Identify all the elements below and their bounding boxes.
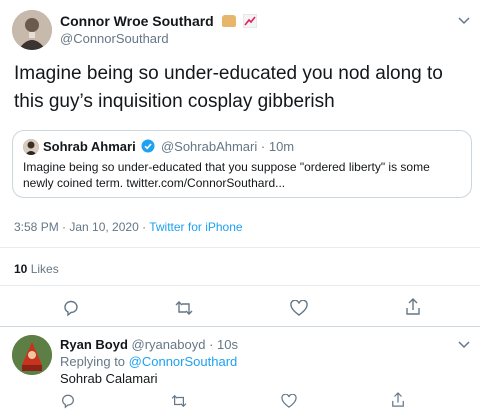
quoted-author-avatar — [23, 139, 39, 155]
toast-emoji-icon — [222, 15, 237, 27]
author-avatar[interactable] — [12, 10, 52, 50]
reply-separator: · — [209, 337, 214, 352]
author-handle[interactable]: @ConnorSouthard — [60, 31, 169, 46]
replying-to: Replying to @ConnorSouthard — [60, 354, 237, 369]
share-icon[interactable] — [391, 392, 405, 408]
quoted-separator: · — [260, 139, 266, 154]
reply-author-avatar[interactable] — [12, 335, 52, 375]
tweet-text: Imagine being so under-educated you nod … — [14, 63, 443, 112]
likes-count: 10 — [14, 262, 28, 276]
divider — [0, 326, 480, 327]
quoted-author-row: Sohrab Ahmari @SohrabAhmari · 10m — [43, 139, 294, 156]
reply-time[interactable]: 10s — [217, 337, 238, 352]
replying-prefix: Replying to — [60, 354, 129, 369]
likes-stat[interactable]: 10 Likes — [14, 262, 59, 276]
quoted-text-line1: Imagine being so under-educated that you… — [23, 160, 430, 174]
chevron-down-icon[interactable] — [458, 17, 470, 25]
quoted-tweet-card[interactable]: Sohrab Ahmari @SohrabAhmari · 10m Imagin… — [12, 130, 472, 198]
retweet-icon[interactable] — [170, 394, 188, 408]
reply-author-handle[interactable]: @ryanaboyd — [132, 337, 206, 352]
tweet-source-link[interactable]: Twitter for iPhone — [149, 220, 242, 234]
tweet-timestamp[interactable]: 3:58 PM · Jan 10, 2020 · — [14, 220, 149, 234]
quoted-author-handle: @SohrabAhmari — [160, 139, 258, 154]
share-icon[interactable] — [405, 298, 421, 316]
likes-label: Likes — [30, 262, 59, 276]
author-avatar-image — [12, 10, 52, 50]
replying-to-link[interactable]: @ConnorSouthard — [129, 354, 238, 369]
divider — [0, 247, 480, 248]
reply-text: Sohrab Calamari — [60, 371, 158, 386]
divider — [0, 285, 480, 286]
quoted-text-line2: newly coined term. twitter.com/ConnorSou… — [23, 176, 286, 190]
author-name-row: Connor Wroe Southard — [60, 13, 258, 33]
chevron-down-icon[interactable] — [458, 341, 470, 349]
like-icon[interactable] — [290, 300, 308, 316]
reply-icon[interactable] — [60, 393, 76, 409]
reply-author-name[interactable]: Ryan Boyd — [60, 337, 128, 352]
chart-emoji-icon — [242, 13, 258, 33]
like-icon[interactable] — [281, 394, 297, 408]
author-name[interactable]: Connor Wroe Southard — [60, 13, 214, 29]
reply-avatar-image — [12, 335, 52, 375]
retweet-icon[interactable] — [174, 300, 194, 316]
quoted-time: 10m — [268, 139, 295, 154]
tweet-meta: 3:58 PM · Jan 10, 2020 · Twitter for iPh… — [14, 220, 243, 234]
reply-icon[interactable] — [62, 299, 80, 317]
reply-author-row: Ryan Boyd @ryanaboyd · 10s — [60, 337, 238, 352]
quoted-author-name: Sohrab Ahmari — [43, 139, 136, 154]
verified-badge-icon — [141, 139, 155, 156]
